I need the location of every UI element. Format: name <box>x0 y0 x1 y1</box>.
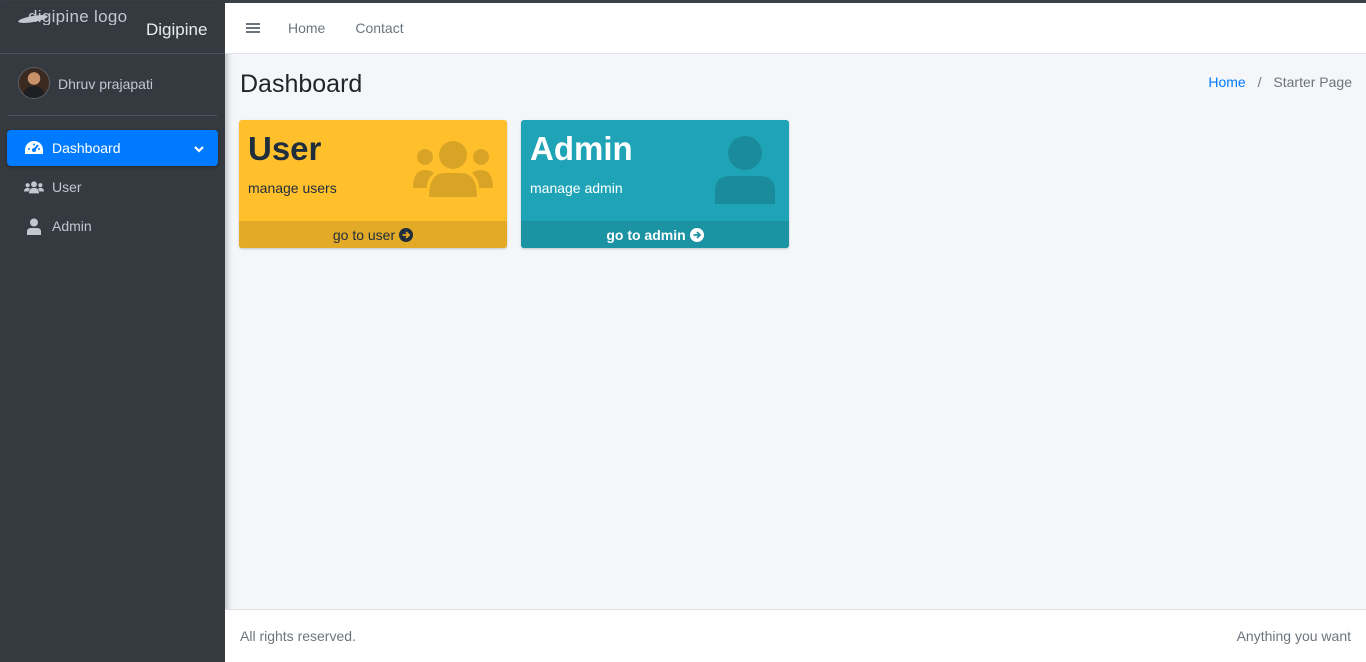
user-card: User manage users go to user <box>239 120 507 248</box>
breadcrumb-home-link[interactable]: Home <box>1208 74 1245 90</box>
admin-card: Admin manage admin go to admin <box>521 120 789 248</box>
breadcrumb: Home / Starter Page <box>1208 74 1352 90</box>
sidebar-item-label: User <box>52 179 82 195</box>
users-icon <box>413 136 493 203</box>
brand-logo-alt-text: digipine logo <box>28 9 128 25</box>
user-icon <box>24 217 44 235</box>
arrow-circle-right-icon <box>689 227 704 242</box>
nav-link-home[interactable]: Home <box>288 20 325 36</box>
sidebar-item-dashboard[interactable]: Dashboard <box>7 130 218 166</box>
user-panel[interactable]: Dhruv prajapati <box>8 54 217 116</box>
card-title: Admin <box>530 130 633 167</box>
user-name[interactable]: Dhruv prajapati <box>58 76 153 92</box>
sidebar-item-label: Dashboard <box>52 140 121 156</box>
go-to-user-link[interactable]: go to user <box>239 221 507 248</box>
brand-name: Digipine <box>146 20 208 39</box>
menu-toggle-icon[interactable] <box>246 21 260 35</box>
go-to-admin-link[interactable]: go to admin <box>521 221 789 248</box>
brand-link[interactable]: digipine logo Digipine <box>0 3 225 54</box>
card-footer-label: go to user <box>332 226 396 243</box>
footer-tagline: Anything you want <box>1236 628 1351 644</box>
sidebar-item-label: Admin <box>52 218 92 234</box>
page-footer: All rights reserved. Anything you want <box>225 609 1366 662</box>
breadcrumb-separator: / <box>1257 74 1262 90</box>
breadcrumb-current: Starter Page <box>1273 74 1352 90</box>
sidebar: digipine logo Digipine Dhruv prajapati D… <box>0 3 225 662</box>
footer-copyright: All rights reserved. <box>240 628 356 644</box>
sidebar-item-user[interactable]: User <box>7 169 218 205</box>
page-title: Dashboard <box>240 70 363 98</box>
avatar <box>19 68 49 98</box>
card-subtitle: manage users <box>248 180 337 196</box>
tachometer-icon <box>24 139 44 157</box>
users-icon <box>24 178 44 196</box>
card-subtitle: manage admin <box>530 180 623 196</box>
card-footer-label: go to admin <box>606 226 686 243</box>
sidebar-item-admin[interactable]: Admin <box>7 208 218 244</box>
user-icon <box>715 136 775 209</box>
nav-link-contact[interactable]: Contact <box>355 20 403 36</box>
chevron-down-icon[interactable] <box>194 141 204 157</box>
sidebar-nav: Dashboard User Admin <box>0 116 225 244</box>
card-title: User <box>248 130 322 167</box>
top-navbar: Home Contact <box>225 3 1366 54</box>
arrow-circle-right-icon <box>399 227 414 242</box>
